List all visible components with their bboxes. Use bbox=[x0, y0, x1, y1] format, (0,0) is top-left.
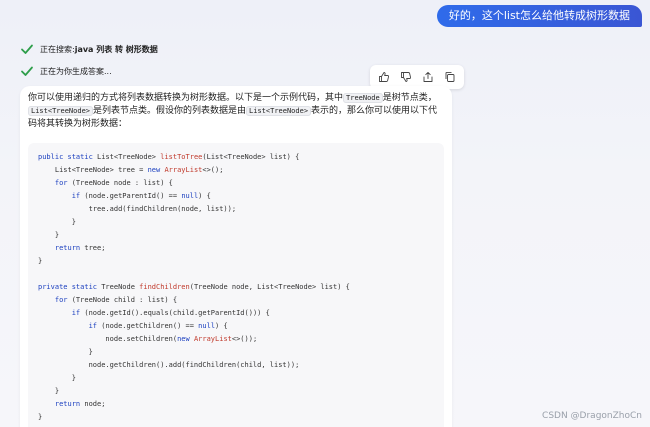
code-token: listToTree bbox=[160, 153, 203, 161]
check-icon bbox=[21, 44, 33, 54]
inline-code-list-treenode: List<TreeNode> bbox=[28, 106, 94, 116]
code-token: new bbox=[147, 166, 165, 174]
code-token: ArrayList bbox=[164, 166, 203, 174]
code-block[interactable]: public static List<TreeNode> listToTree(… bbox=[28, 143, 444, 427]
code-line: } bbox=[38, 346, 434, 359]
answer-text-2: 是树节点类， bbox=[382, 93, 437, 103]
code-token: null bbox=[181, 192, 199, 200]
code-token: findChildren bbox=[139, 283, 190, 291]
answer-paragraph: 你可以使用递归的方式将列表数据转换为树形数据。以下是一个示例代码，其中 TreeN… bbox=[28, 92, 444, 131]
status-prefix: 正在搜索: bbox=[40, 44, 75, 54]
code-token: if bbox=[88, 322, 102, 330]
code-token: new bbox=[177, 335, 194, 343]
thumbs-up-button[interactable] bbox=[374, 68, 394, 86]
code-token: ) { bbox=[198, 192, 211, 200]
code-token: return bbox=[54, 400, 85, 408]
code-line: if (node.getChildren() == null) { bbox=[38, 320, 434, 333]
code-line: node.getChildren().add(findChildren(chil… bbox=[38, 359, 434, 372]
watermark: CSDN @DragonZhoCn bbox=[542, 411, 642, 421]
code-line: return tree; bbox=[38, 242, 434, 255]
code-token: } bbox=[38, 218, 76, 226]
status-query: java 列表 转 树形数据 bbox=[74, 44, 158, 54]
code-token: <>(); bbox=[202, 166, 224, 174]
code-token: (TreeNode node, List<TreeNode> list) { bbox=[189, 283, 350, 291]
code-token: } bbox=[38, 413, 43, 421]
copy-icon bbox=[445, 71, 455, 82]
code-token: } bbox=[38, 348, 93, 356]
code-token: (node.getChildren() == bbox=[101, 322, 199, 330]
thumbs-up-icon bbox=[379, 72, 389, 82]
code-token: if bbox=[71, 309, 85, 317]
code-token: (node.getParentId() == bbox=[84, 192, 182, 200]
code-token: List<TreeNode> tree = bbox=[38, 166, 148, 174]
code-line: } bbox=[38, 411, 434, 424]
status-generating: 正在为你生成答案... bbox=[20, 64, 112, 78]
code-line: for (TreeNode child : list) { bbox=[38, 294, 434, 307]
code-line: List<TreeNode> tree = new ArrayList<>(); bbox=[38, 164, 434, 177]
status-searching: 正在搜索: java 列表 转 树形数据 bbox=[20, 42, 158, 56]
answer-text-3: 是列表节点类。假设你的列表数据是由 bbox=[93, 106, 247, 116]
code-line: if (node.getParentId() == null) { bbox=[38, 190, 434, 203]
code-line: } bbox=[38, 229, 434, 242]
code-token: ArrayList bbox=[193, 335, 232, 343]
status-text: 正在为你生成答案... bbox=[40, 66, 112, 76]
code-line: if (node.getId().equals(child.getParentI… bbox=[38, 307, 434, 320]
code-line: public static List<TreeNode> listToTree(… bbox=[38, 151, 434, 164]
share-button[interactable] bbox=[418, 68, 438, 86]
thumbs-down-icon bbox=[401, 72, 411, 82]
code-token: } bbox=[38, 387, 60, 395]
code-token: private static bbox=[38, 283, 102, 291]
code-line: } bbox=[38, 372, 434, 385]
code-token: List<TreeNode> bbox=[97, 153, 161, 161]
code-token: return bbox=[54, 244, 85, 252]
code-line: for (TreeNode node : list) { bbox=[38, 177, 434, 190]
code-line: } bbox=[38, 255, 434, 268]
code-token: tree; bbox=[84, 244, 106, 252]
check-icon bbox=[21, 66, 33, 76]
code-token: <>()); bbox=[231, 335, 258, 343]
code-token: node.getChildren().add(findChildren(chil… bbox=[38, 361, 300, 369]
code-line: } bbox=[38, 216, 434, 229]
code-line: return node; bbox=[38, 398, 434, 411]
copy-button[interactable] bbox=[440, 68, 460, 86]
inline-code-list-treenode: List<TreeNode> bbox=[246, 106, 312, 116]
code-line: tree.add(findChildren(node, list)); bbox=[38, 203, 434, 216]
code-token: } bbox=[38, 231, 60, 239]
code-token: (List<TreeNode> list) { bbox=[202, 153, 300, 161]
code-token: if bbox=[71, 192, 85, 200]
share-icon bbox=[423, 72, 433, 82]
inline-code-treenode: TreeNode bbox=[343, 93, 383, 103]
code-token: } bbox=[38, 374, 76, 382]
code-token: (TreeNode node : list) { bbox=[71, 179, 173, 187]
code-token: TreeNode bbox=[101, 283, 140, 291]
code-token: node; bbox=[84, 400, 106, 408]
code-token: (node.getId().equals(child.getParentId()… bbox=[84, 309, 270, 317]
code-line: private static TreeNode findChildren(Tre… bbox=[38, 281, 434, 294]
thumbs-down-button[interactable] bbox=[396, 68, 416, 86]
code-token: for bbox=[54, 179, 72, 187]
code-token: public static bbox=[38, 153, 98, 161]
code-token: null bbox=[198, 322, 216, 330]
user-message-bubble: 好的，这个list怎么给他转成树形数据 bbox=[436, 5, 642, 27]
answer-text-1: 你可以使用递归的方式将列表数据转换为树形数据。以下是一个示例代码，其中 bbox=[28, 93, 344, 103]
code-line: } bbox=[38, 385, 434, 398]
code-token: for bbox=[54, 296, 72, 304]
code-token: ) { bbox=[215, 322, 228, 330]
code-line: node.setChildren(new ArrayList<>()); bbox=[38, 333, 434, 346]
answer-card: 你可以使用递归的方式将列表数据转换为树形数据。以下是一个示例代码，其中 TreeN… bbox=[20, 86, 452, 427]
code-token: node.setChildren( bbox=[38, 335, 178, 343]
code-token: (TreeNode child : list) { bbox=[71, 296, 178, 304]
code-token: } bbox=[38, 257, 43, 265]
code-token: tree.add(findChildren(node, list)); bbox=[38, 205, 237, 213]
